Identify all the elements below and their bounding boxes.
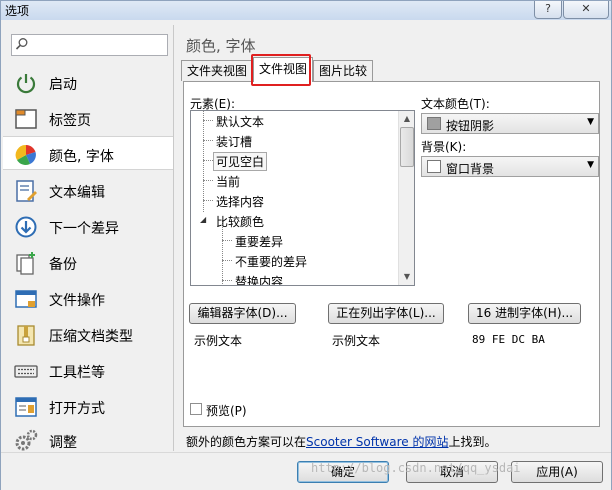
background-select[interactable]: 窗口背景 ▼ <box>421 156 599 177</box>
tree-line <box>222 240 232 241</box>
preview-label: 预览(P) <box>206 404 247 418</box>
tab-folder-view[interactable]: 文件夹视图 <box>181 60 254 81</box>
help-button[interactable]: ? <box>534 1 562 19</box>
tree-line <box>203 180 213 181</box>
preview-checkbox[interactable] <box>190 403 202 415</box>
sidebar-item-label: 备份 <box>49 257 77 273</box>
color-swatch <box>427 160 441 173</box>
tree-item[interactable]: 替换内容 <box>235 273 283 285</box>
text-color-label: 文本颜色(T): <box>421 97 490 111</box>
title-bar: 选项 ? ✕ <box>1 1 611 20</box>
scroll-down-icon[interactable]: ▼ <box>399 269 414 285</box>
search-box[interactable] <box>11 34 168 56</box>
file-operation-icon <box>15 290 37 308</box>
backup-icon <box>16 252 35 275</box>
search-icon <box>15 38 28 50</box>
sidebar-item-next-diff[interactable]: 下一个差异 <box>3 209 173 243</box>
text-color-value: 按钮阴影 <box>446 119 495 133</box>
chevron-down-icon: ▼ <box>587 117 594 127</box>
sidebar-item-tabs[interactable]: 标签页 <box>3 101 173 135</box>
color-scheme-note: 额外的颜色方案可以在Scooter Software 的网站上找到。 <box>186 433 496 450</box>
sidebar-item-file-ops[interactable]: 文件操作 <box>3 281 173 315</box>
editor-font-button[interactable]: 编辑器字体(D)... <box>189 303 296 324</box>
text-edit-icon <box>16 180 37 202</box>
tree-item[interactable]: 当前 <box>216 173 240 190</box>
tree-item[interactable]: 比较颜色 <box>216 213 264 230</box>
keyboard-toolbar-icon <box>14 365 38 378</box>
tree-item[interactable]: 装订槽 <box>216 133 252 150</box>
highlight-frame <box>251 54 311 86</box>
search-input[interactable] <box>30 36 164 54</box>
scrollbar-thumb[interactable] <box>400 127 414 167</box>
power-icon <box>16 74 36 94</box>
tree-line <box>203 111 204 212</box>
sidebar-item-text-editing[interactable]: 文本编辑 <box>3 173 173 207</box>
note-prefix: 额外的颜色方案可以在 <box>186 435 307 449</box>
file-view-panel: 元素(E): 默认文本 装订槽 可见空白 当前 选择内容 ◢ 比较颜色 重要差异… <box>183 81 600 427</box>
sidebar-item-label: 工具栏等 <box>49 365 105 381</box>
background-value: 窗口背景 <box>446 162 495 176</box>
tree-line <box>222 280 232 281</box>
close-button[interactable]: ✕ <box>563 1 609 19</box>
sidebar-item-label: 颜色, 字体 <box>49 149 114 165</box>
tree-item[interactable]: 默认文本 <box>216 113 264 130</box>
tree-scrollbar[interactable]: ▲ ▼ <box>398 111 414 285</box>
tab-picture-compare[interactable]: 图片比较 <box>313 60 374 81</box>
sidebar-item-label: 文件操作 <box>49 293 105 309</box>
gears-icon <box>15 429 38 451</box>
tree-line <box>203 160 213 161</box>
sidebar-item-backup[interactable]: 备份 <box>3 245 173 279</box>
tree-line <box>203 120 213 121</box>
note-suffix: 上找到。 <box>448 435 497 449</box>
tree-item[interactable]: 不重要的差异 <box>235 253 307 270</box>
scooter-website-link[interactable]: Scooter Software 的网站 <box>306 435 448 449</box>
sidebar-item-label: 调整 <box>49 435 77 451</box>
next-diff-icon <box>15 216 37 238</box>
listing-font-button[interactable]: 正在列出字体(L)... <box>328 303 444 324</box>
sidebar-item-label: 启动 <box>49 77 77 93</box>
listing-font-sample: 示例文本 <box>332 334 381 348</box>
text-color-select[interactable]: 按钮阴影 ▼ <box>421 113 599 134</box>
color-swatch <box>427 117 441 130</box>
open-with-icon <box>15 397 37 417</box>
tree-item[interactable]: 选择内容 <box>216 193 264 210</box>
sidebar-item-colors-fonts[interactable]: 颜色, 字体 <box>3 136 173 170</box>
sidebar-item-label: 文本编辑 <box>49 185 105 201</box>
sidebar-item-label: 标签页 <box>49 113 91 129</box>
elements-tree[interactable]: 默认文本 装订槽 可见空白 当前 选择内容 ◢ 比较颜色 重要差异 不重要的差异… <box>190 110 415 286</box>
sidebar-item-toolbars[interactable]: 工具栏等 <box>3 353 173 387</box>
scroll-up-icon[interactable]: ▲ <box>399 111 414 127</box>
tree-item[interactable]: 重要差异 <box>235 233 283 250</box>
tab-page-icon <box>15 109 37 129</box>
window-title: 选项 <box>5 4 30 18</box>
tree-item-selected[interactable]: 可见空白 <box>213 152 268 171</box>
sidebar-item-open-with[interactable]: 打开方式 <box>3 389 173 423</box>
page-title: 颜色, 字体 <box>186 37 256 55</box>
sidebar: 启动 标签页 颜色, 字体 文本编辑 下一个差异 备份 文件操作 压缩文档类型 … <box>3 25 174 451</box>
tree-line <box>203 200 213 201</box>
tree-line <box>222 260 232 261</box>
sidebar-item-label: 下一个差异 <box>49 221 119 237</box>
watermark-text: http://blog.csdn.net/qq_ysdai <box>311 461 521 475</box>
sidebar-item-startup[interactable]: 启动 <box>3 65 173 99</box>
sidebar-item-label: 压缩文档类型 <box>49 329 133 345</box>
sidebar-item-label: 打开方式 <box>49 401 105 417</box>
hex-font-sample: 89 FE DC BA <box>472 333 545 346</box>
collapse-triangle-icon[interactable]: ◢ <box>200 215 206 224</box>
color-palette-icon <box>15 144 36 165</box>
tree-line <box>203 140 213 141</box>
background-label: 背景(K): <box>421 140 467 154</box>
main-panel: 颜色, 字体 文件夹视图 文件视图 图片比较 元素(E): 默认文本 装订槽 可… <box>177 25 609 451</box>
editor-font-sample: 示例文本 <box>194 334 243 348</box>
hex-font-button[interactable]: 16 进制字体(H)... <box>468 303 581 324</box>
archive-icon <box>17 325 35 346</box>
sidebar-item-archive-types[interactable]: 压缩文档类型 <box>3 317 173 351</box>
chevron-down-icon: ▼ <box>587 160 594 170</box>
options-dialog: 选项 ? ✕ 启动 标签页 颜色, 字体 文本编辑 下一个差异 备份 文件操作 … <box>0 0 612 490</box>
apply-button[interactable]: 应用(A) <box>511 461 603 483</box>
